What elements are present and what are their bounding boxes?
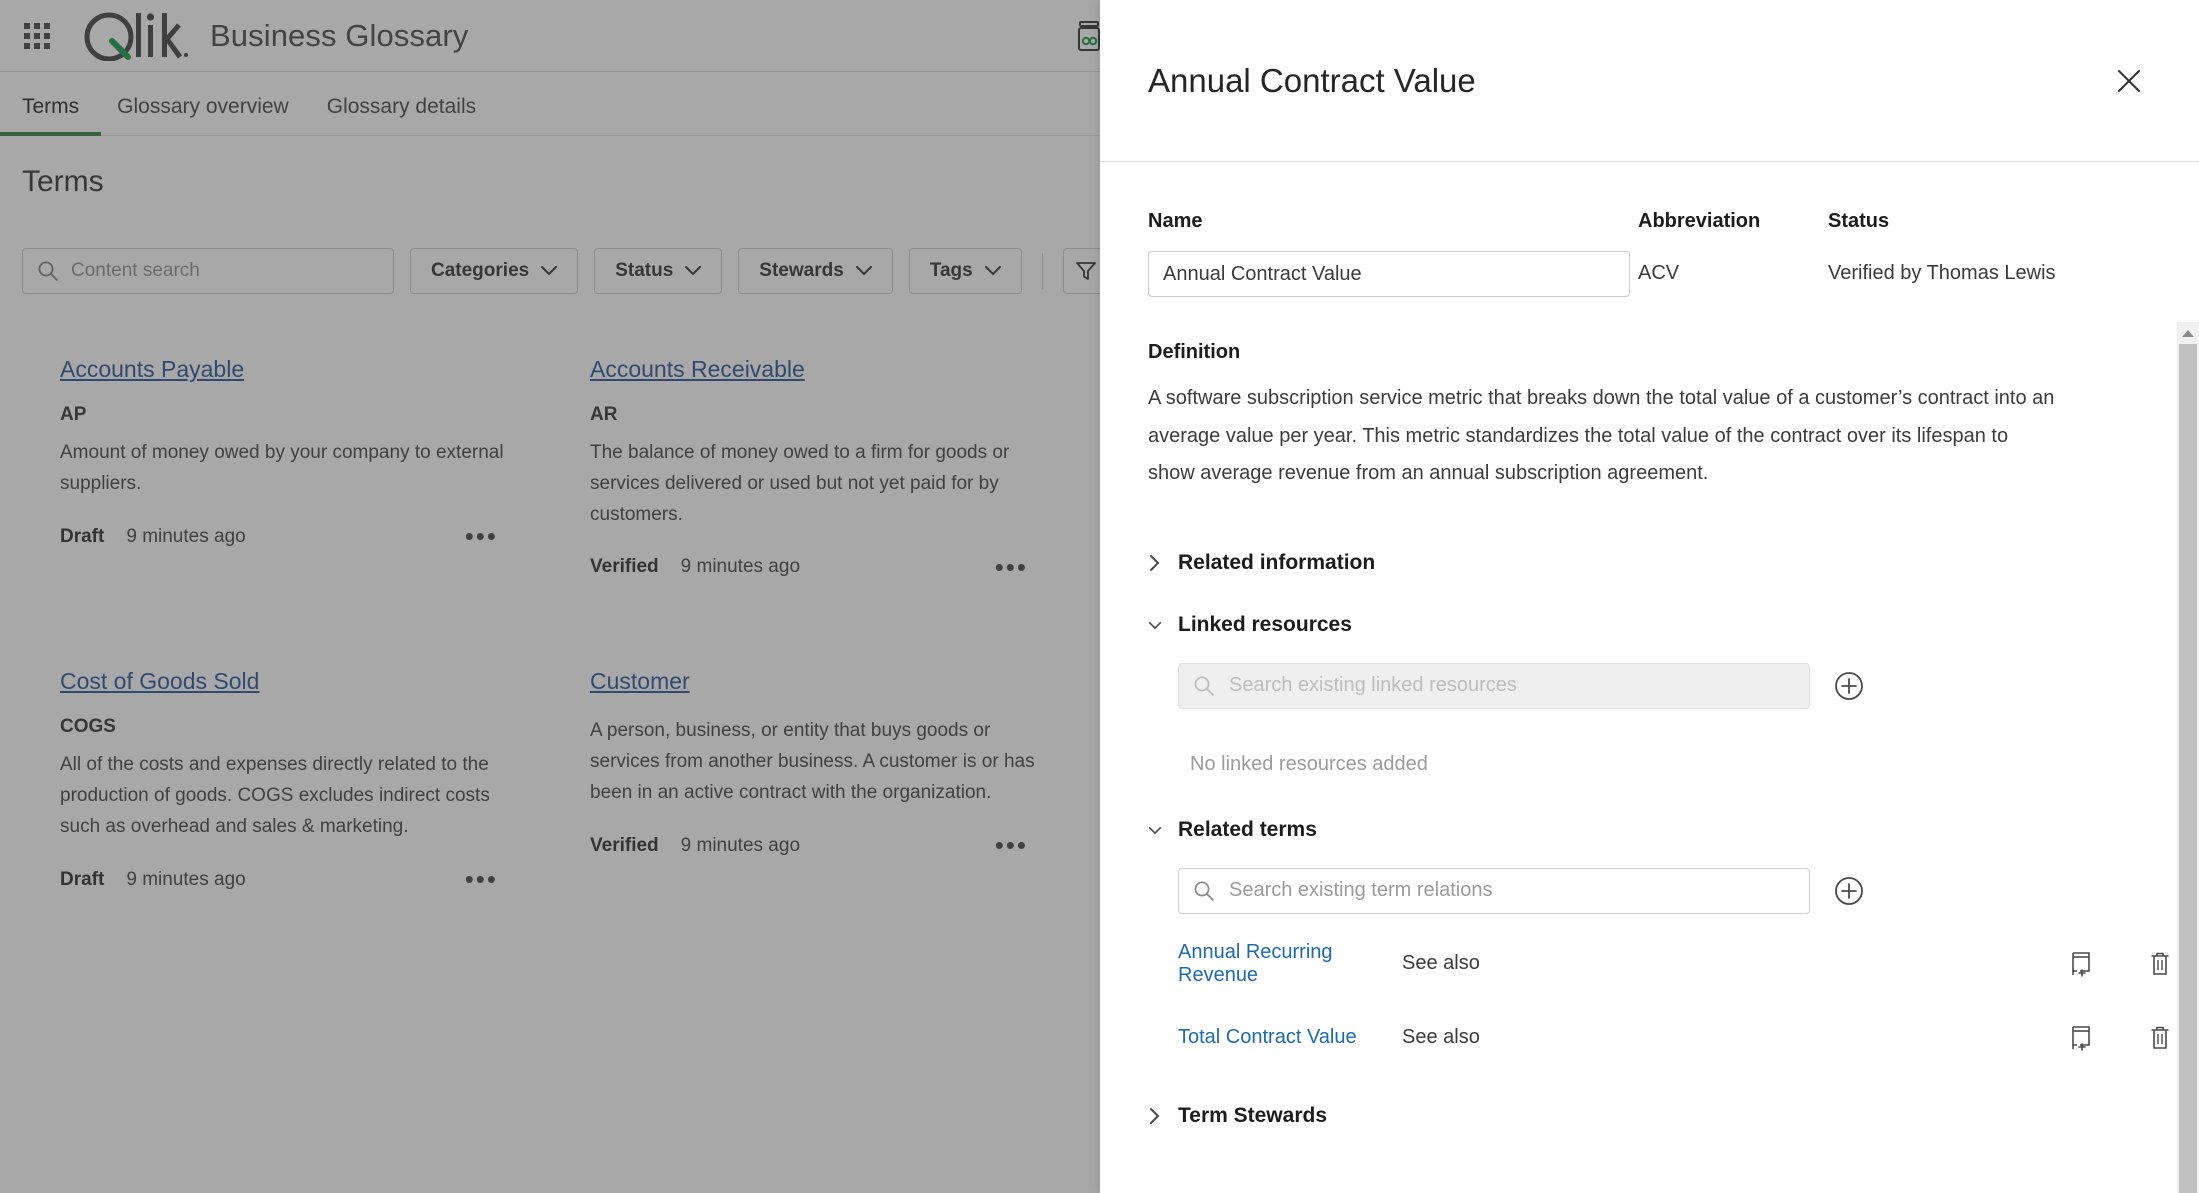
name-input[interactable]: Annual Contract Value [1148, 251, 1630, 297]
linked-resources-search-placeholder: Search existing linked resources [1229, 674, 1517, 697]
name-input-value: Annual Contract Value [1163, 262, 1362, 285]
related-terms-search-input[interactable]: Search existing term relations [1178, 867, 1810, 914]
linked-resources-search-row: Search existing linked resources [1178, 662, 2199, 709]
close-icon[interactable] [2107, 59, 2151, 103]
section-term-stewards: Term Stewards [1148, 1104, 2199, 1128]
add-related-term-icon[interactable] [1832, 874, 1866, 908]
section-related-terms-header[interactable]: Related terms [1148, 818, 2199, 842]
scrollbar-thumb[interactable] [2179, 344, 2197, 1193]
related-term-relation: See also [1402, 1026, 1480, 1049]
chevron-right-icon [1148, 554, 1162, 572]
related-terms-search-row: Search existing term relations [1178, 867, 2199, 914]
chevron-down-icon [1148, 619, 1162, 631]
section-related-terms-body: Search existing term relations Annual Re… [1148, 867, 2199, 1062]
related-term-name[interactable]: Total Contract Value [1178, 1026, 1402, 1049]
app-root: Business Glossary Sales and contracts [0, 0, 2199, 1193]
linked-resources-search-input[interactable]: Search existing linked resources [1178, 662, 1810, 709]
section-related-information-title: Related information [1178, 550, 1376, 574]
add-to-glossary-icon[interactable] [2043, 951, 2121, 977]
abbreviation-field-group: Abbreviation ACV [1638, 210, 1828, 285]
drawer-header: Annual Contract Value [1100, 0, 2199, 162]
status-label: Status [1828, 210, 1890, 232]
related-term-row: Annual Recurring Revenue See also [1178, 940, 2199, 988]
definition-text[interactable]: A software subscription service metric t… [1148, 380, 2058, 493]
modal-scrim[interactable] [0, 0, 1100, 1193]
chevron-down-icon [1148, 824, 1162, 836]
name-field-group: Name Annual Contract Value [1148, 210, 1638, 297]
term-meta-row: Name Annual Contract Value Abbreviation … [1148, 210, 2199, 297]
search-icon [1194, 676, 1214, 696]
drawer-title: Annual Contract Value [1148, 61, 1476, 99]
status-field-group: Status Verified by Thomas Lewis [1828, 210, 2199, 285]
abbreviation-value[interactable]: ACV [1638, 251, 1828, 285]
chevron-right-icon [1148, 1107, 1162, 1125]
drawer-scrollbar[interactable] [2177, 322, 2199, 1193]
section-related-terms: Related terms Search existing term relat… [1148, 818, 2199, 1062]
add-linked-resource-icon[interactable] [1832, 669, 1866, 703]
name-label: Name [1148, 210, 1203, 232]
abbreviation-label: Abbreviation [1638, 210, 1761, 232]
section-linked-resources-title: Linked resources [1178, 612, 1352, 636]
status-value: Verified by Thomas Lewis [1828, 262, 2056, 284]
definition-label: Definition [1148, 341, 1241, 363]
section-term-stewards-title: Term Stewards [1178, 1103, 1327, 1127]
section-linked-resources-header[interactable]: Linked resources [1148, 613, 2199, 637]
section-related-information: Related information [1148, 551, 2199, 575]
section-related-information-header[interactable]: Related information [1148, 551, 2199, 575]
related-term-row: Total Contract Value See also [1178, 1014, 2199, 1062]
search-icon [1194, 881, 1214, 901]
section-linked-resources-body: Search existing linked resources No link… [1148, 662, 2199, 776]
section-term-stewards-header[interactable]: Term Stewards [1148, 1104, 2199, 1128]
term-details-drawer: Annual Contract Value Name Annual Contra… [1100, 0, 2199, 1193]
related-term-name[interactable]: Annual Recurring Revenue [1178, 941, 1402, 987]
related-term-relation: See also [1402, 952, 1480, 975]
scroll-up-icon[interactable] [2177, 322, 2199, 344]
add-to-glossary-icon[interactable] [2043, 1025, 2121, 1051]
section-related-terms-title: Related terms [1178, 817, 1317, 841]
linked-resources-empty-text: No linked resources added [1190, 752, 1428, 775]
related-terms-search-placeholder: Search existing term relations [1229, 879, 1493, 902]
section-linked-resources: Linked resources Search existing linked … [1148, 613, 2199, 776]
drawer-body: Name Annual Contract Value Abbreviation … [1100, 162, 2199, 1193]
related-terms-list: Annual Recurring Revenue See also Total … [1178, 940, 2199, 1062]
